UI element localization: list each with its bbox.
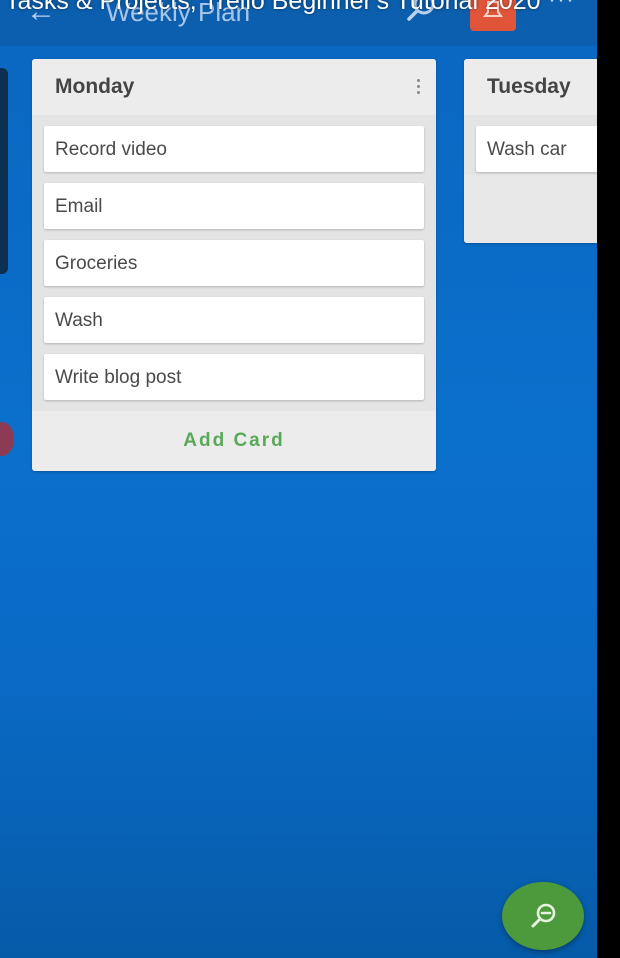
card[interactable]: Groceries [44,240,424,286]
list-menu-icon[interactable] [412,77,424,97]
add-card-button[interactable]: Add Card [32,411,436,471]
card[interactable]: Record video [44,126,424,172]
zoom-out-button[interactable] [502,882,584,950]
card[interactable]: Email [44,183,424,229]
add-card-label: Add Card [183,430,285,451]
card-title: Email [55,196,103,217]
zoom-out-icon [531,903,556,928]
left-edge-panel [0,68,8,274]
letterbox-edge [597,0,620,958]
card[interactable]: Write blog post [44,354,424,400]
card-title: Wash [55,310,103,331]
card-title: Groceries [55,253,138,274]
left-edge-handle [0,422,14,456]
more-horizontal-icon[interactable]: ··· [548,0,575,14]
list-monday: Monday Record video Email Groceries Wash… [32,59,436,471]
card[interactable]: Wash car [476,126,597,172]
list-title[interactable]: Tuesday [487,75,571,99]
add-card-button[interactable] [464,175,597,243]
list-title[interactable]: Monday [55,75,134,99]
card-title: Record video [55,139,167,160]
card-title: Write blog post [55,367,182,388]
list-tuesday: Tuesday Wash car [464,59,597,243]
list-header: Monday [32,59,436,115]
video-title-overlay: y Tasks & Projects, Trello Beginner's Tu… [0,0,541,15]
list-header: Tuesday [464,59,597,115]
card-title: Wash car [487,139,567,160]
card[interactable]: Wash [44,297,424,343]
board-canvas: ← Weekly Plan ··· y Tasks & Projects, Tr… [0,0,597,958]
